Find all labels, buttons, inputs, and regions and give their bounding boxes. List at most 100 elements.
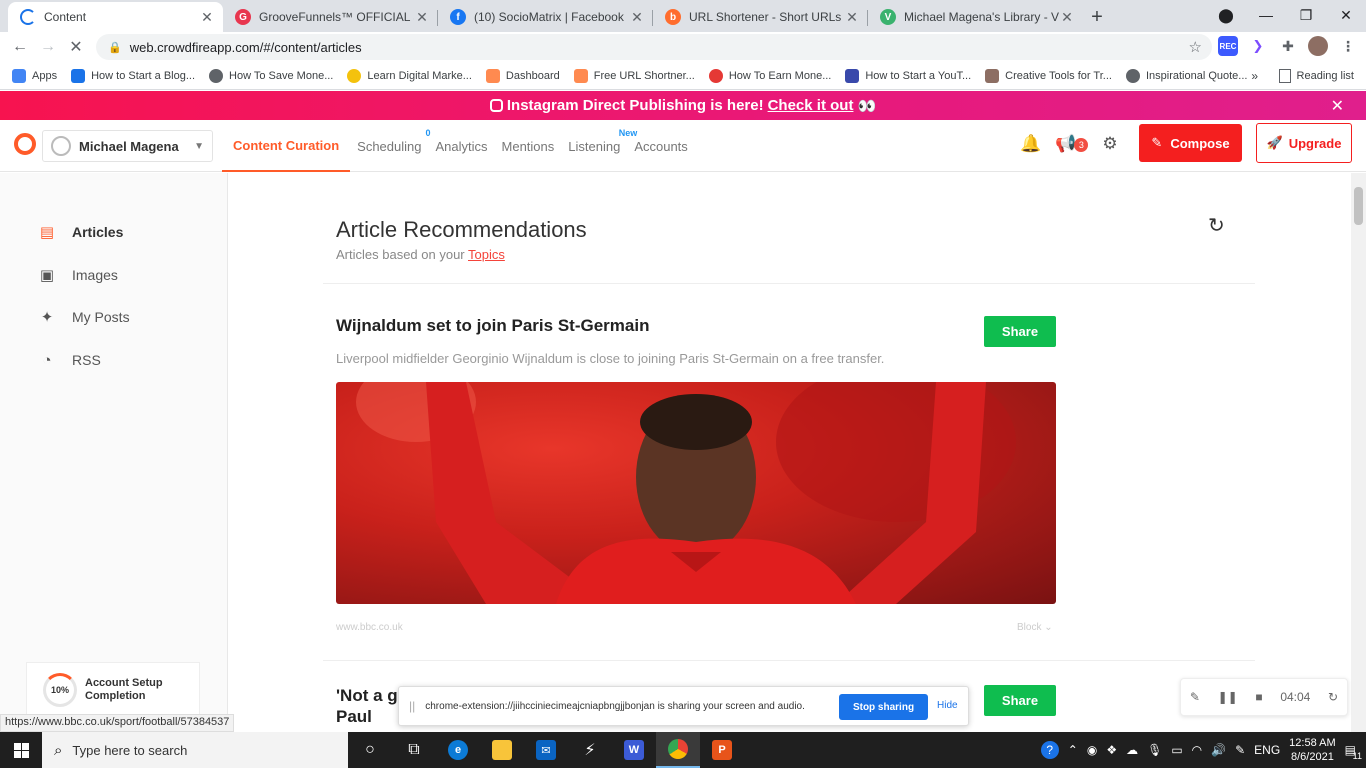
- tab-scheduling[interactable]: Scheduling 0: [350, 120, 430, 172]
- back-icon[interactable]: ←: [6, 38, 34, 56]
- vertical-scrollbar[interactable]: [1351, 173, 1366, 733]
- profile-avatar[interactable]: [1308, 36, 1328, 56]
- close-icon[interactable]: ✕: [629, 9, 645, 26]
- close-icon[interactable]: ✕: [199, 9, 215, 26]
- account-switcher[interactable]: Michael Magena ▼: [42, 130, 213, 162]
- microphone-icon[interactable]: 🎙: [1147, 743, 1162, 757]
- file-explorer-app[interactable]: [480, 732, 524, 768]
- sidebar-item-my-posts[interactable]: ✦ My Posts: [38, 308, 130, 326]
- cloud-icon[interactable]: ☁: [1126, 743, 1138, 757]
- sidebar-item-rss[interactable]: ◔ RSS: [38, 351, 100, 369]
- wps-writer-app[interactable]: W: [612, 732, 656, 768]
- wps-presentation-app[interactable]: P: [700, 732, 744, 768]
- extension-arrow-icon[interactable]: ❯: [1248, 36, 1268, 56]
- close-icon[interactable]: ✕: [844, 9, 860, 26]
- bell-icon[interactable]: 🔔: [1020, 134, 1041, 154]
- task-view-icon[interactable]: ⧉: [392, 732, 436, 768]
- bookmark-item[interactable]: How to Start a YouT...: [845, 68, 971, 83]
- tab-content-curation[interactable]: Content Curation: [222, 120, 351, 172]
- tab-listening[interactable]: Listening New: [561, 120, 637, 172]
- sidebar-item-images[interactable]: ▣ Images: [38, 266, 118, 284]
- pen-icon[interactable]: ✎: [1190, 690, 1200, 704]
- minimize-icon[interactable]: —: [1246, 7, 1286, 23]
- camera-icon[interactable]: ◉: [1087, 743, 1097, 757]
- refresh-icon[interactable]: ↻: [1208, 213, 1225, 238]
- drag-handle-icon[interactable]: ||: [409, 699, 415, 713]
- browser-tab-groovefunnels[interactable]: G GrooveFunnels™ OFFICIAL Site | G ✕: [223, 2, 438, 32]
- help-icon[interactable]: ?: [1040, 741, 1059, 759]
- cortana-icon[interactable]: ○: [348, 732, 392, 768]
- forward-icon[interactable]: →: [34, 38, 62, 56]
- notification-center-icon[interactable]: ▤ 11: [1345, 743, 1362, 761]
- bookmark-item[interactable]: How to Start a Blog...: [71, 68, 195, 83]
- stop-sharing-button[interactable]: Stop sharing: [839, 694, 928, 720]
- chrome-app[interactable]: [656, 732, 700, 768]
- article-source[interactable]: www.bbc.co.uk: [336, 622, 403, 633]
- browser-tab-facebook[interactable]: f (10) SocioMatrix | Facebook ✕: [438, 2, 653, 32]
- scrollbar-thumb[interactable]: [1354, 187, 1363, 225]
- mail-app[interactable]: ✉: [524, 732, 568, 768]
- bookmark-item[interactable]: Dashboard: [485, 68, 560, 83]
- chevron-up-icon[interactable]: ⌃: [1068, 743, 1078, 757]
- browser-tab-url-shortener[interactable]: b URL Shortener - Short URLs & Cu ✕: [653, 2, 868, 32]
- pause-icon[interactable]: ❚❚: [1218, 690, 1238, 704]
- new-tab-button[interactable]: +: [1083, 2, 1111, 32]
- account-setup-card[interactable]: 10% Account Setup Completion: [26, 662, 200, 718]
- megaphone-icon[interactable]: 📢 3: [1055, 134, 1089, 154]
- lock-icon[interactable]: 🔒: [108, 41, 122, 54]
- topics-link[interactable]: Topics: [468, 247, 505, 262]
- block-source-button[interactable]: Block ⌄: [1017, 622, 1053, 633]
- stop-loading-icon[interactable]: ✕: [62, 37, 90, 57]
- bookmark-item[interactable]: Inspirational Quote...: [1125, 68, 1247, 83]
- article-title[interactable]: Wijnaldum set to join Paris St-Germain: [336, 316, 649, 336]
- upgrade-button[interactable]: 🚀 Upgrade: [1256, 123, 1352, 163]
- tab-mentions[interactable]: Mentions: [495, 120, 562, 172]
- volume-icon[interactable]: 🔊: [1211, 743, 1226, 757]
- edge-app[interactable]: e: [436, 732, 480, 768]
- bookmarks-more-button[interactable]: »: [1251, 69, 1258, 83]
- share-button[interactable]: Share: [984, 316, 1056, 347]
- maximize-icon[interactable]: ❐: [1286, 7, 1326, 24]
- bookmark-apps[interactable]: Apps: [12, 68, 57, 83]
- tab-accounts[interactable]: Accounts: [627, 120, 694, 172]
- stop-icon[interactable]: ■: [1255, 690, 1262, 704]
- compose-button[interactable]: ✎ Compose: [1139, 124, 1242, 162]
- clock[interactable]: 12:58 AM 8/6/2021: [1289, 736, 1335, 764]
- hide-sharing-button[interactable]: Hide: [937, 700, 958, 711]
- extensions-puzzle-icon[interactable]: ✚: [1278, 36, 1298, 56]
- taskbar-search[interactable]: ⌕ Type here to search: [42, 732, 348, 768]
- sidebar-item-articles[interactable]: ▤ Articles: [38, 223, 123, 241]
- windows-logo-icon: [13, 742, 29, 758]
- browser-tab-content[interactable]: Content ✕: [8, 2, 223, 32]
- article-image[interactable]: [336, 382, 1056, 604]
- promo-link[interactable]: Check it out: [768, 97, 854, 114]
- crowdfire-logo[interactable]: [14, 133, 36, 155]
- battery-icon[interactable]: ▭: [1171, 743, 1182, 757]
- share-button[interactable]: Share: [984, 685, 1056, 716]
- tab-analytics[interactable]: Analytics: [428, 120, 494, 172]
- close-banner-icon[interactable]: ✕: [1331, 96, 1344, 116]
- close-window-icon[interactable]: ✕: [1326, 7, 1366, 24]
- profile-icon[interactable]: ⬤: [1206, 7, 1246, 24]
- language-indicator[interactable]: ENG: [1254, 743, 1280, 757]
- start-button[interactable]: [0, 732, 42, 768]
- bookmark-star-icon[interactable]: ☆: [1189, 38, 1202, 56]
- menu-icon[interactable]: ⋮: [1338, 36, 1358, 56]
- bookmark-item[interactable]: How To Save Mone...: [209, 68, 333, 83]
- dropbox-icon[interactable]: ❖: [1106, 743, 1117, 757]
- reading-list-button[interactable]: Reading list: [1278, 68, 1354, 83]
- winamp-app[interactable]: ⚡: [568, 732, 612, 768]
- bookmark-item[interactable]: Creative Tools for Tr...: [985, 68, 1112, 83]
- close-icon[interactable]: ✕: [414, 9, 430, 26]
- bookmark-item[interactable]: Learn Digital Marke...: [347, 68, 472, 83]
- wifi-icon[interactable]: ◠: [1192, 743, 1202, 757]
- pen-tray-icon[interactable]: ✎: [1235, 743, 1245, 757]
- bookmark-item[interactable]: Free URL Shortner...: [573, 68, 695, 83]
- bookmark-item[interactable]: How To Earn Mone...: [708, 68, 831, 83]
- gear-icon[interactable]: ⚙: [1102, 134, 1117, 154]
- address-bar[interactable]: 🔒 web.crowdfireapp.com/#/content/article…: [96, 34, 1212, 60]
- close-icon[interactable]: ✕: [1059, 9, 1075, 26]
- restart-icon[interactable]: ↻: [1328, 690, 1338, 704]
- rec-extension-icon[interactable]: REC: [1218, 36, 1238, 56]
- browser-tab-vidyard[interactable]: V Michael Magena's Library - Vidya ✕: [868, 2, 1083, 32]
